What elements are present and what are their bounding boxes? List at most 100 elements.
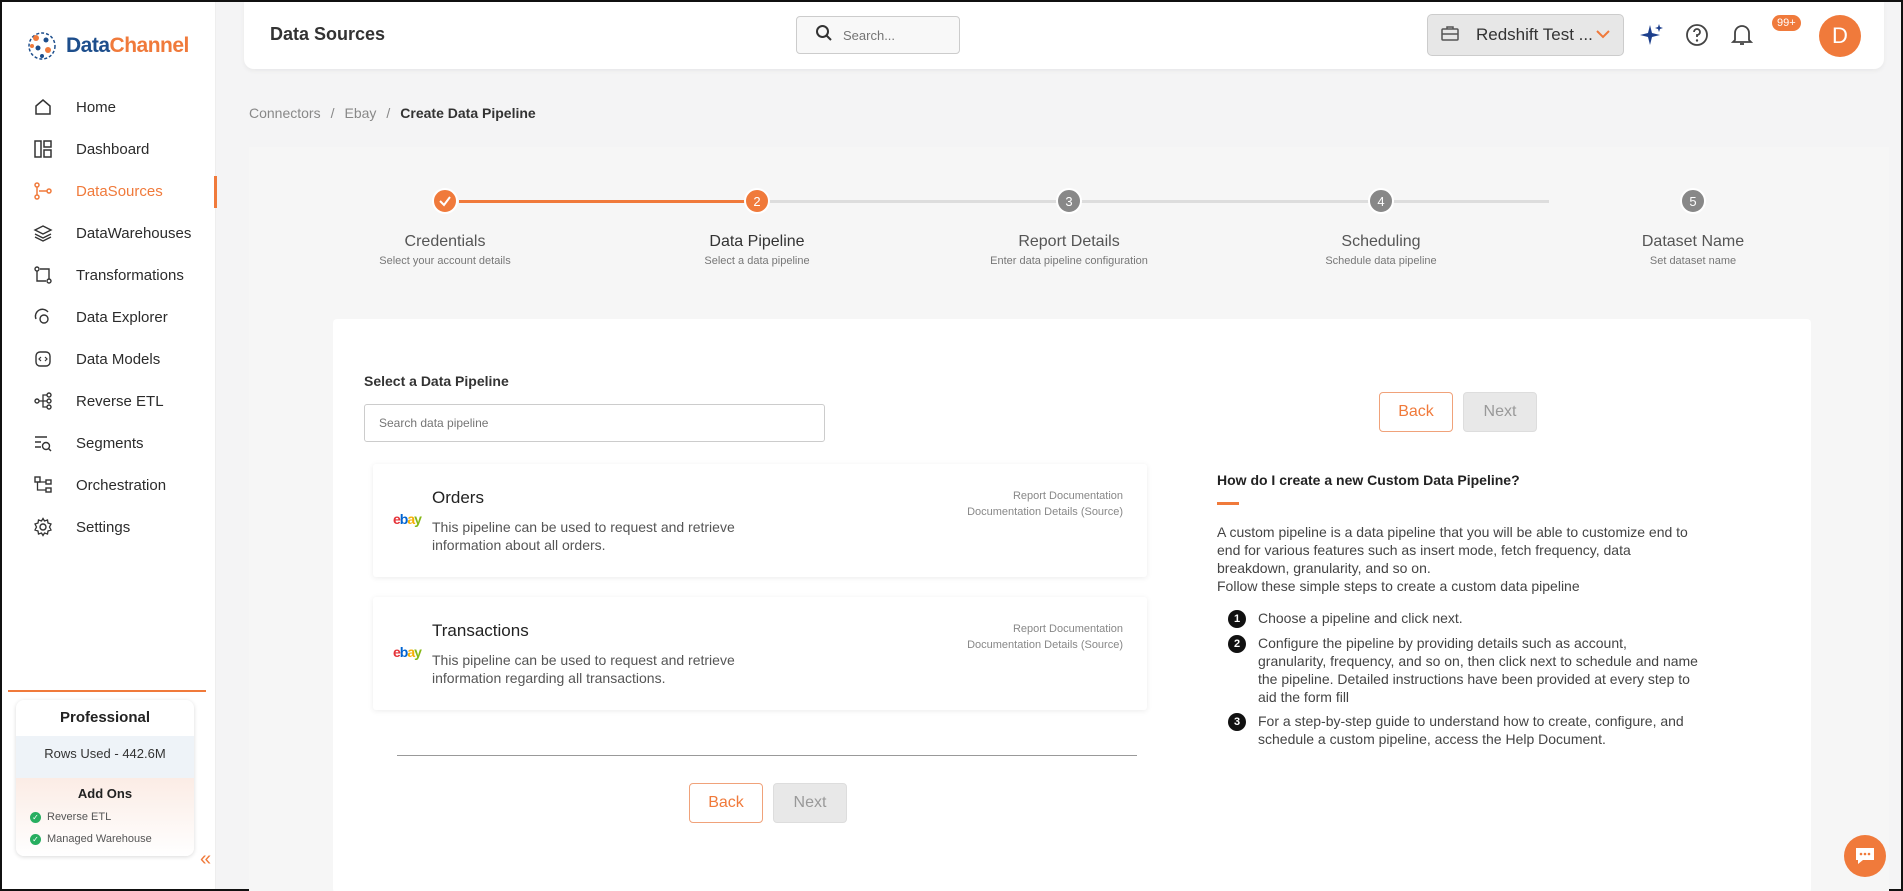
step-5-dot: 5 (1680, 188, 1706, 214)
chevron-down-icon (1595, 26, 1611, 47)
plan-card: Professional Rows Used - 442.6M Add Ons … (16, 700, 194, 856)
ebay-logo-icon: ebay (393, 644, 422, 660)
step-number-badge: 3 (1228, 713, 1246, 731)
avatar[interactable]: D (1819, 15, 1861, 57)
next-button-top[interactable]: Next (1463, 392, 1537, 432)
form-divider (397, 755, 1137, 756)
collapse-sidebar-icon[interactable]: « (200, 848, 211, 871)
sidebar-item-datasources[interactable]: DataSources (2, 170, 217, 212)
step-number-badge: 1 (1228, 610, 1246, 628)
step-1-label: Credentials (404, 233, 486, 250)
breadcrumb-connectors[interactable]: Connectors (249, 105, 321, 121)
orchestration-icon (32, 474, 54, 496)
explorer-icon (32, 306, 54, 328)
sidebar-item-label: Orchestration (76, 476, 167, 494)
sidebar-item-reverse-etl[interactable]: Reverse ETL (2, 380, 216, 422)
help-steps: 1 Choose a pipeline and click next. 2 Conf… (1228, 609, 1698, 754)
step-number-badge: 2 (1228, 635, 1246, 653)
help-title-underline (1217, 502, 1239, 505)
step-4-label: Scheduling (1341, 233, 1421, 250)
next-button[interactable]: Next (773, 783, 847, 823)
sidebar-item-datawarehouses[interactable]: DataWarehouses (2, 212, 216, 254)
global-search[interactable] (796, 16, 960, 54)
sidebar-item-settings[interactable]: Settings (2, 506, 216, 548)
sidebar-item-label: Data Explorer (76, 308, 168, 326)
check-icon: ✓ (30, 833, 41, 845)
step-5-label: Dataset Name (1641, 233, 1745, 250)
pipeline-description: This pipeline can be used to request and… (432, 519, 735, 553)
breadcrumb-ebay[interactable]: Ebay (344, 105, 376, 121)
help-step: 3 For a step-by-step guide to understand … (1228, 712, 1698, 748)
models-icon (32, 348, 54, 370)
breadcrumb-current: Create Data Pipeline (400, 105, 536, 121)
breadcrumb-separator: / (330, 105, 335, 121)
sidebar-item-data-explorer[interactable]: Data Explorer (2, 296, 216, 338)
chat-support-icon[interactable] (1844, 835, 1886, 877)
report-documentation-link[interactable]: Report Documentation (967, 488, 1123, 504)
back-button-top[interactable]: Back (1379, 392, 1453, 432)
pipeline-search-input[interactable] (364, 404, 825, 442)
pipeline-form-card: Select a Data Pipeline Back Next ebay Or… (333, 319, 1811, 891)
step-1-sub: Select your account details (379, 255, 511, 267)
rows-used: Rows Used - 442.6M (16, 736, 194, 778)
documentation-details-link[interactable]: Documentation Details (Source) (967, 637, 1123, 653)
sidebar-item-label: Transformations (76, 266, 184, 284)
step-4-dot: 4 (1368, 188, 1394, 214)
breadcrumb: Connectors / Ebay / Create Data Pipeline (249, 105, 536, 121)
pipeline-title: Transactions (432, 621, 529, 640)
sidebar-item-label: Reverse ETL (76, 392, 164, 410)
addons-title: Add Ons (77, 786, 133, 801)
pipeline-card-transactions[interactable]: ebay Transactions This pipeline can be u… (373, 597, 1147, 710)
sidebar-item-dashboard[interactable]: Dashboard (2, 128, 216, 170)
sidebar-item-segments[interactable]: Segments (2, 422, 216, 464)
gear-icon (32, 516, 54, 538)
stepper: 2 3 4 5 Credentials Select your account … (249, 147, 1809, 277)
select-pipeline-label: Select a Data Pipeline (364, 373, 509, 389)
plan-divider (8, 690, 206, 692)
help-icon[interactable] (1684, 22, 1710, 48)
sidebar-item-home[interactable]: Home (2, 86, 216, 128)
layers-icon (32, 222, 54, 244)
segments-icon (32, 432, 54, 454)
bell-icon[interactable] (1729, 22, 1755, 48)
sparkle-icon[interactable] (1639, 22, 1665, 48)
help-step: 1 Choose a pipeline and click next. (1228, 609, 1698, 628)
plan-name: Professional (59, 709, 151, 726)
sidebar-nav: Home Dashboard DataSources DataWarehouse… (2, 86, 217, 548)
pipeline-links: Report Documentation Documentation Detai… (967, 488, 1123, 520)
search-input[interactable] (843, 27, 943, 43)
workspace-selector[interactable]: Redshift Test ... (1427, 14, 1624, 56)
transform-icon (32, 264, 54, 286)
help-title: How do I create a new Custom Data Pipeli… (1217, 472, 1520, 488)
ebay-logo-icon: ebay (393, 511, 422, 527)
sidebar-item-orchestration[interactable]: Orchestration (2, 464, 216, 506)
step-4-sub: Schedule data pipeline (1325, 255, 1437, 267)
sidebar-item-transformations[interactable]: Transformations (2, 254, 216, 296)
sidebar-item-label: DataWarehouses (76, 224, 192, 242)
sidebar: DataChannel Home Dashboard DataSources D… (2, 2, 217, 889)
workspace-name: Redshift Test ... (1476, 25, 1593, 44)
notification-badge: 99+ (1772, 15, 1801, 31)
main-content: 2 3 4 5 Credentials Select your account … (249, 147, 1889, 891)
documentation-details-link[interactable]: Documentation Details (Source) (967, 504, 1123, 520)
datachannel-logo-icon (24, 28, 60, 64)
sidebar-item-label: Segments (76, 434, 144, 452)
sidebar-item-label: DataSources (76, 182, 163, 200)
sidebar-item-label: Home (76, 98, 117, 116)
back-button[interactable]: Back (689, 783, 763, 823)
step-connector-done (459, 200, 757, 203)
step-5-sub: Set dataset name (1649, 255, 1737, 267)
check-icon: ✓ (30, 811, 41, 823)
sidebar-item-data-models[interactable]: Data Models (2, 338, 216, 380)
help-text: A custom pipeline is a data pipeline tha… (1217, 524, 1688, 594)
report-documentation-link[interactable]: Report Documentation (967, 621, 1123, 637)
pipeline-links: Report Documentation Documentation Detai… (967, 621, 1123, 653)
addon-item: ✓ Managed Warehouse (16, 828, 194, 850)
page-title: Data Sources (270, 24, 386, 44)
search-icon (815, 24, 833, 47)
step-2-label: Data Pipeline (709, 233, 805, 250)
step-connector-pending (769, 200, 1549, 203)
logo[interactable]: DataChannel (24, 28, 189, 64)
step-2-dot: 2 (744, 188, 770, 214)
pipeline-card-orders[interactable]: ebay Orders This pipeline can be used to… (373, 464, 1147, 577)
